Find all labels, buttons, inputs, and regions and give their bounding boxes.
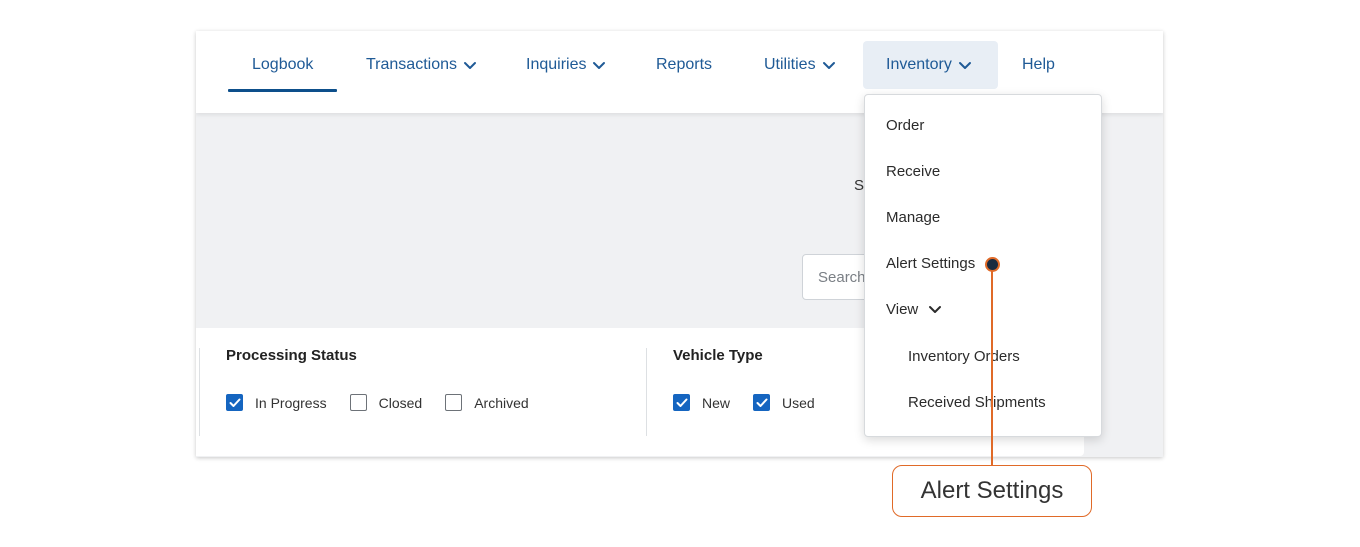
menu-item-inventory-orders[interactable]: Inventory Orders (908, 348, 1020, 365)
chevron-down-icon (592, 61, 606, 70)
checkbox-label: Closed (378, 394, 423, 411)
chevron-down-icon (928, 305, 942, 314)
checkbox-checked-icon[interactable] (673, 394, 690, 411)
nav-inquiries-label: Inquiries (526, 56, 587, 73)
search-placeholder: Search (818, 269, 866, 286)
inventory-dropdown-menu: Order Receive Manage Alert Settings View… (864, 94, 1102, 437)
nav-inventory[interactable]: Inventory (863, 41, 998, 89)
checkbox-label: In Progress (255, 394, 327, 411)
processing-status-options: In Progress Closed Archived (226, 394, 552, 411)
menu-item-received-shipments[interactable]: Received Shipments (908, 394, 1046, 411)
nav-transactions-label: Transactions (366, 56, 457, 73)
checkbox-unchecked-icon[interactable] (445, 394, 463, 411)
menu-item-manage[interactable]: Manage (886, 209, 940, 226)
chevron-down-icon (463, 61, 477, 70)
nav-utilities-label: Utilities (764, 56, 816, 73)
vehicle-type-title: Vehicle Type (673, 347, 763, 364)
filter-group-divider (646, 348, 647, 436)
callout-label: Alert Settings (920, 477, 1064, 504)
nav-reports-label: Reports (656, 56, 713, 73)
checkbox-closed[interactable]: Closed (349, 394, 423, 411)
checkbox-label: New (702, 394, 731, 411)
partial-heading-text: S (854, 177, 865, 194)
chevron-down-icon (958, 61, 972, 70)
checkbox-checked-icon[interactable] (226, 394, 243, 411)
menu-item-label: Receive (886, 163, 941, 180)
checkbox-label: Used (782, 394, 815, 411)
nav-help-label: Help (1022, 56, 1055, 73)
checkbox-used[interactable]: Used (753, 394, 815, 411)
menu-item-order[interactable]: Order (886, 117, 924, 134)
checkbox-checked-icon[interactable] (753, 394, 771, 411)
nav-logbook-label: Logbook (252, 56, 314, 73)
checkbox-archived[interactable]: Archived (445, 394, 529, 411)
nav-reports[interactable]: Reports (656, 41, 712, 89)
nav-inventory-label: Inventory (886, 56, 952, 73)
nav-logbook[interactable]: Logbook (228, 41, 338, 92)
nav-inquiries[interactable]: Inquiries (526, 41, 606, 89)
checkbox-in-progress[interactable]: In Progress (226, 394, 327, 411)
menu-item-receive[interactable]: Receive (886, 163, 940, 180)
processing-status-title: Processing Status (226, 347, 357, 364)
menu-item-label: Inventory Orders (908, 348, 1020, 365)
callout-marker-dot (985, 257, 1000, 272)
panel-left-divider (199, 348, 200, 436)
chevron-down-icon (822, 61, 836, 70)
menu-item-label: View (886, 301, 919, 318)
menu-item-label: Received Shipments (908, 394, 1046, 411)
nav-transactions[interactable]: Transactions (366, 41, 477, 89)
checkbox-label: Archived (474, 394, 529, 411)
nav-help[interactable]: Help (1022, 41, 1055, 89)
menu-item-label: Alert Settings (886, 255, 976, 272)
menu-item-label: Manage (886, 209, 941, 226)
callout-label-box: Alert Settings (892, 465, 1092, 517)
checkbox-unchecked-icon[interactable] (349, 394, 367, 411)
callout-connector-line (991, 271, 993, 465)
vehicle-type-options: New Used (673, 394, 838, 411)
menu-item-view[interactable]: View (886, 301, 942, 318)
nav-utilities[interactable]: Utilities (764, 41, 836, 89)
menu-item-label: Order (886, 117, 925, 134)
menu-item-alert-settings[interactable]: Alert Settings (886, 255, 975, 272)
checkbox-new[interactable]: New (673, 394, 730, 411)
